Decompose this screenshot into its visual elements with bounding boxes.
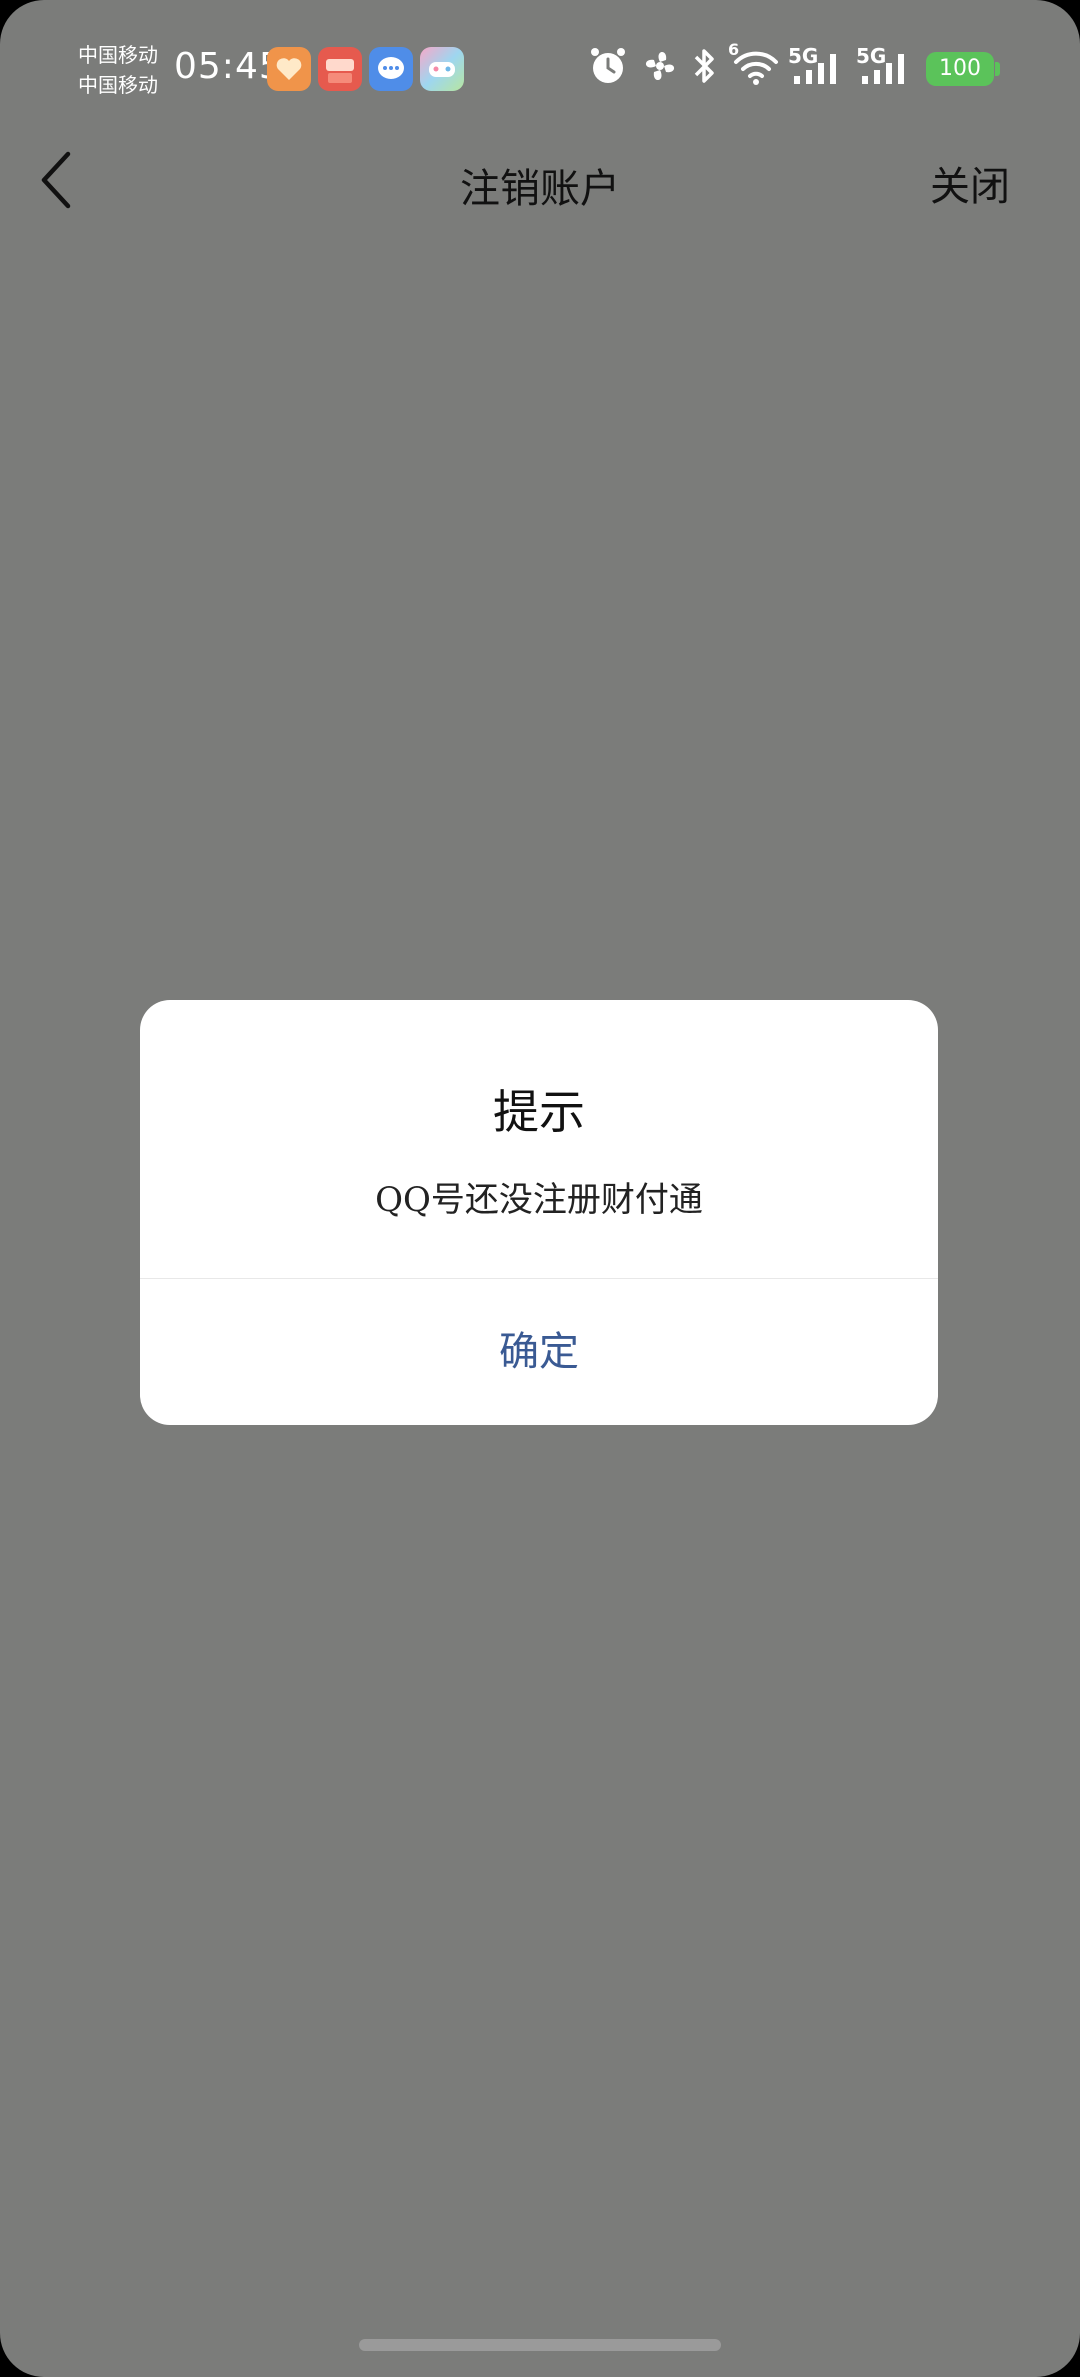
dialog-title: 提示 — [493, 1085, 585, 1139]
confirm-button[interactable]: 确定 — [140, 1279, 938, 1425]
screen: 中国移动 中国移动 05:45 6 5G 5G 100 注销账户 关闭 提示 Q… — [0, 0, 1080, 2377]
game-app-icon — [420, 47, 464, 91]
heart-app-icon — [267, 47, 311, 91]
alarm-icon — [588, 44, 628, 88]
signal-icon — [792, 50, 842, 86]
fan-icon — [638, 44, 682, 88]
status-bar: 中国移动 中国移动 05:45 6 5G 5G 100 — [0, 0, 1080, 140]
dialog-message: QQ号还没注册财付通 — [375, 1180, 703, 1220]
page-title: 注销账户 — [460, 166, 620, 212]
chevron-left-icon — [41, 151, 71, 209]
carrier-labels: 中国移动 中国移动 — [78, 40, 158, 100]
battery-indicator: 100 — [926, 52, 994, 86]
carrier-2: 中国移动 — [78, 73, 158, 97]
home-indicator[interactable] — [359, 2339, 721, 2351]
wifi-icon — [732, 44, 780, 88]
carrier-1: 中国移动 — [78, 43, 158, 67]
gift-app-icon — [318, 47, 362, 91]
signal-icon — [860, 50, 910, 86]
alert-dialog: 提示 QQ号还没注册财付通 确定 — [140, 1000, 938, 1425]
back-button[interactable] — [36, 148, 76, 212]
message-app-icon — [369, 47, 413, 91]
close-button[interactable]: 关闭 — [930, 154, 1010, 212]
battery-tip — [995, 62, 1000, 76]
bluetooth-icon — [690, 44, 718, 88]
